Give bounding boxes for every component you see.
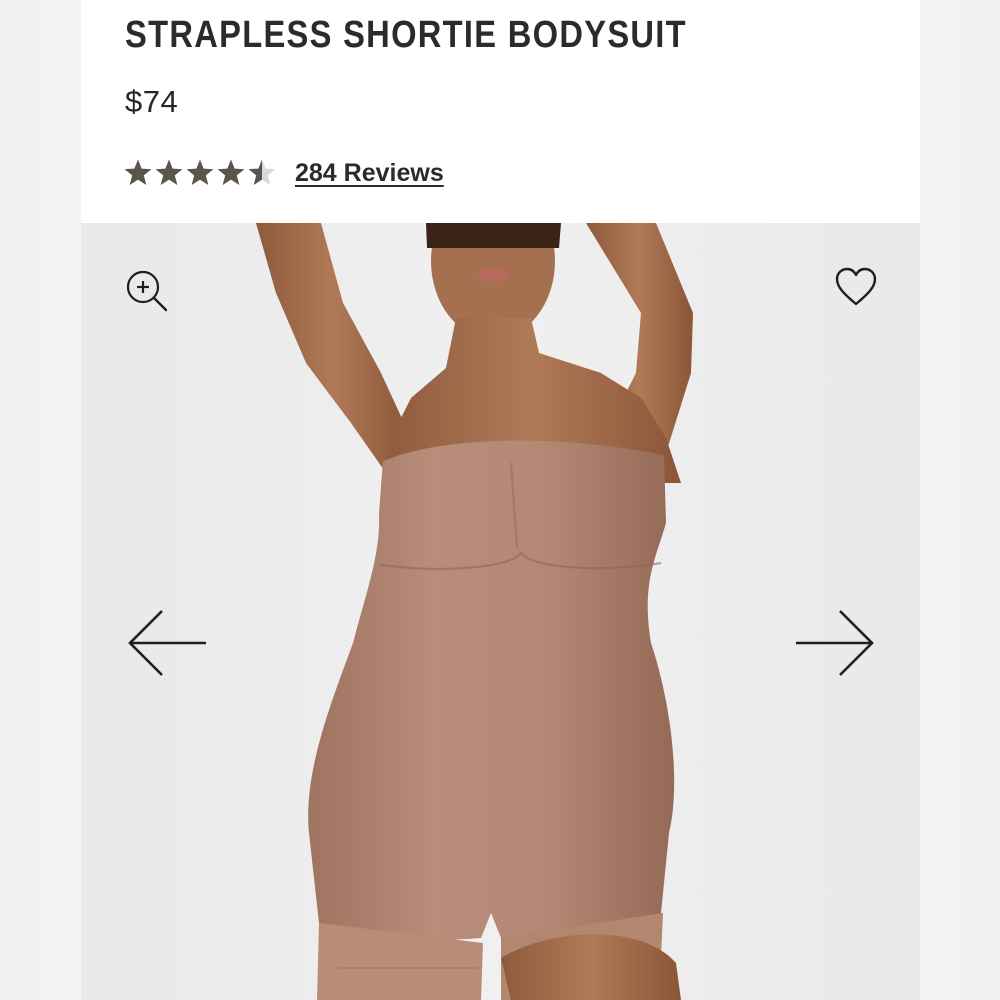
star-icon xyxy=(155,159,183,185)
product-title: STRAPLESS SHORTIE BODYSUIT xyxy=(125,14,687,56)
star-icon xyxy=(217,159,245,185)
zoom-in-icon[interactable] xyxy=(121,265,173,317)
product-info-card: STRAPLESS SHORTIE BODYSUIT $74 284 Revie… xyxy=(81,0,920,223)
rating-row: 284 Reviews xyxy=(123,155,444,191)
star-icon xyxy=(248,159,276,185)
reviews-link[interactable]: 284 Reviews xyxy=(295,159,444,188)
product-gallery xyxy=(81,223,920,1000)
product-price: $74 xyxy=(125,84,179,119)
arrow-left-icon[interactable] xyxy=(121,603,211,683)
arrow-right-icon[interactable] xyxy=(791,603,881,683)
product-page: STRAPLESS SHORTIE BODYSUIT $74 284 Revie… xyxy=(0,0,1000,1000)
heart-icon[interactable] xyxy=(829,261,883,313)
star-icon xyxy=(124,159,152,185)
star-rating xyxy=(123,158,277,188)
star-icon xyxy=(186,159,214,185)
